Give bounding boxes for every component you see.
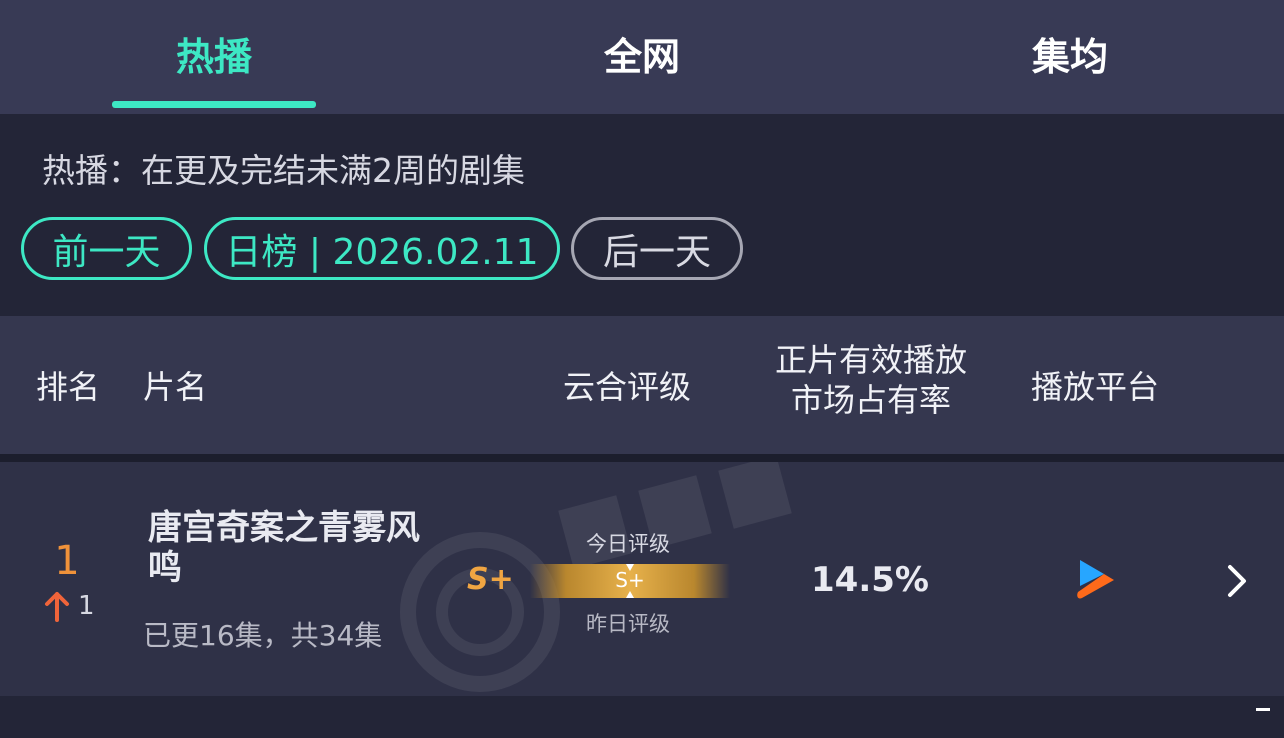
header-market-share: 正片有效播放 市场占有率 [773,340,969,420]
header-title: 片名 [143,368,208,406]
minimize-icon[interactable] [1256,708,1270,711]
header-market-share-line1: 正片有效播放 [774,341,967,379]
header-rank: 排名 [36,368,101,406]
yesterday-marker [626,591,634,598]
header-market-share-line2: 市场占有率 [790,381,951,419]
filter-section: 热播：在更及完结未满2周的剧集 前一天 日榜 | 2026.02.11 后一天 [0,114,1284,316]
table-row[interactable]: 1 1 唐宫奇案之青雾风鸣 已更16集，共34集 S+ 今日评级 S+ 昨日评级… [0,462,1284,696]
header-rating: 云合评级 [563,368,692,406]
yesterday-grade: S+ [615,568,645,592]
rank-change: 1 [44,590,95,622]
next-day-button[interactable]: 后一天 [571,217,743,280]
today-grade: S+ [467,562,514,597]
tab-episode-average[interactable]: 集均 [940,26,1200,81]
bottom-area [0,696,1284,738]
arrow-up-icon [45,592,69,622]
tab-bar: 热播 全网 集均 [0,0,1284,114]
list-description: 热播：在更及完结未满2周的剧集 [42,151,525,190]
header-platform: 播放平台 [1031,368,1160,406]
grade-comparison-bar: S+ [530,564,730,598]
rank-change-value: 1 [78,591,95,621]
tab-active-indicator [112,101,316,108]
header-divider [0,454,1284,462]
previous-day-button[interactable]: 前一天 [21,217,192,280]
date-selector-button[interactable]: 日榜 | 2026.02.11 [204,217,560,280]
youku-icon[interactable] [1074,556,1118,602]
show-title: 唐宫奇案之青雾风鸣 [148,508,420,588]
chevron-right-icon[interactable] [1226,564,1248,598]
rank-number: 1 [54,538,80,584]
tab-hot[interactable]: 热播 [84,26,344,81]
episode-status: 已更16集，共34集 [143,619,383,652]
tab-all-network[interactable]: 全网 [512,26,772,81]
yesterday-grade-label: 昨日评级 [586,612,670,636]
table-header: 排名 片名 云合评级 正片有效播放 市场占有率 播放平台 [0,316,1284,454]
market-share-value: 14.5% [811,560,929,600]
today-grade-label: 今日评级 [586,532,670,556]
